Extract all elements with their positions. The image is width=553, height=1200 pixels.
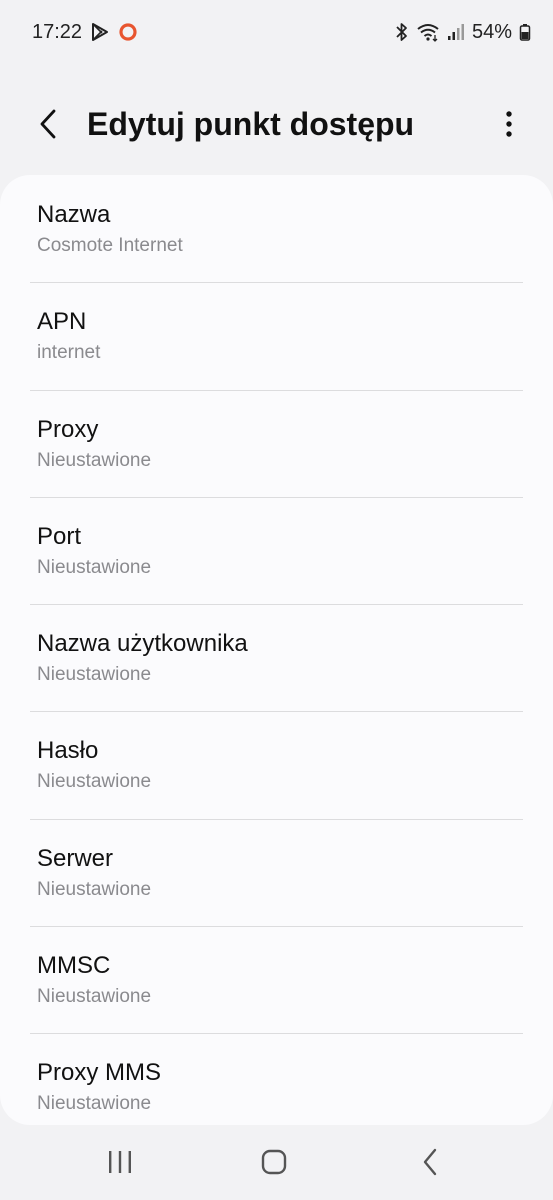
setting-label: APN	[37, 308, 87, 336]
setting-value: Cosmote Internet	[37, 235, 183, 256]
play-store-icon	[90, 22, 110, 42]
setting-item-server[interactable]: Serwer Nieustawione	[0, 818, 553, 926]
setting-item-proxy[interactable]: Proxy Nieustawione	[0, 389, 553, 497]
home-icon	[261, 1149, 287, 1180]
bluetooth-icon	[395, 22, 409, 42]
nav-back-button[interactable]	[410, 1147, 450, 1181]
setting-value: Nieustawione	[37, 986, 152, 1008]
setting-label: Serwer	[37, 844, 114, 872]
setting-item-name[interactable]: Nazwa Cosmote Internet	[0, 175, 553, 282]
setting-label: Nazwa użytkownika	[37, 630, 248, 658]
status-left: 17:22	[32, 21, 138, 44]
more-options-button[interactable]	[493, 106, 525, 146]
setting-value: Nieustawione	[37, 878, 152, 900]
setting-item-password[interactable]: Hasło Nieustawione	[0, 711, 553, 818]
setting-item-username[interactable]: Nazwa użytkownika Nieustawione	[0, 604, 553, 711]
setting-value: internet	[37, 342, 101, 364]
back-icon	[421, 1148, 439, 1181]
recents-icon	[107, 1150, 133, 1179]
setting-label: Nazwa	[37, 201, 111, 228]
setting-value: Nieustawione	[37, 664, 152, 686]
home-button[interactable]	[254, 1147, 294, 1181]
wifi-icon	[416, 22, 440, 42]
setting-item-apn[interactable]: APN internet	[0, 282, 553, 389]
setting-label: Port	[37, 522, 82, 550]
setting-value: Nieustawione	[37, 1093, 152, 1115]
page-title: Edytuj punkt dostępu	[87, 106, 415, 142]
setting-item-mms-proxy[interactable]: Proxy MMS Nieustawione	[0, 1033, 553, 1125]
battery-percent: 54%	[471, 20, 512, 43]
battery-icon	[519, 22, 531, 42]
status-time: 17:22	[32, 20, 83, 43]
signal-icon	[447, 22, 465, 42]
status-bar: 17:22 54%	[0, 0, 553, 64]
more-vertical-icon	[505, 110, 513, 143]
notification-circle-icon	[118, 22, 138, 42]
recents-button[interactable]	[100, 1147, 140, 1181]
navigation-bar	[0, 1125, 553, 1200]
status-right: 54%	[395, 21, 531, 44]
setting-label: Hasło	[37, 737, 99, 765]
back-arrow-icon	[38, 108, 58, 145]
app-header: Edytuj punkt dostępu	[0, 90, 553, 162]
setting-label: Proxy MMS	[37, 1059, 162, 1087]
back-button[interactable]	[30, 106, 66, 146]
setting-value: Nieustawione	[37, 771, 152, 793]
setting-item-mmsc[interactable]: MMSC Nieustawione	[0, 926, 553, 1033]
setting-label: MMSC	[37, 952, 111, 980]
setting-value: Nieustawione	[37, 556, 152, 578]
setting-value: Nieustawione	[37, 449, 152, 471]
setting-label: Proxy	[37, 415, 99, 443]
settings-card: Nazwa Cosmote Internet APN internet Prox…	[0, 175, 553, 1125]
setting-item-port[interactable]: Port Nieustawione	[0, 496, 553, 604]
